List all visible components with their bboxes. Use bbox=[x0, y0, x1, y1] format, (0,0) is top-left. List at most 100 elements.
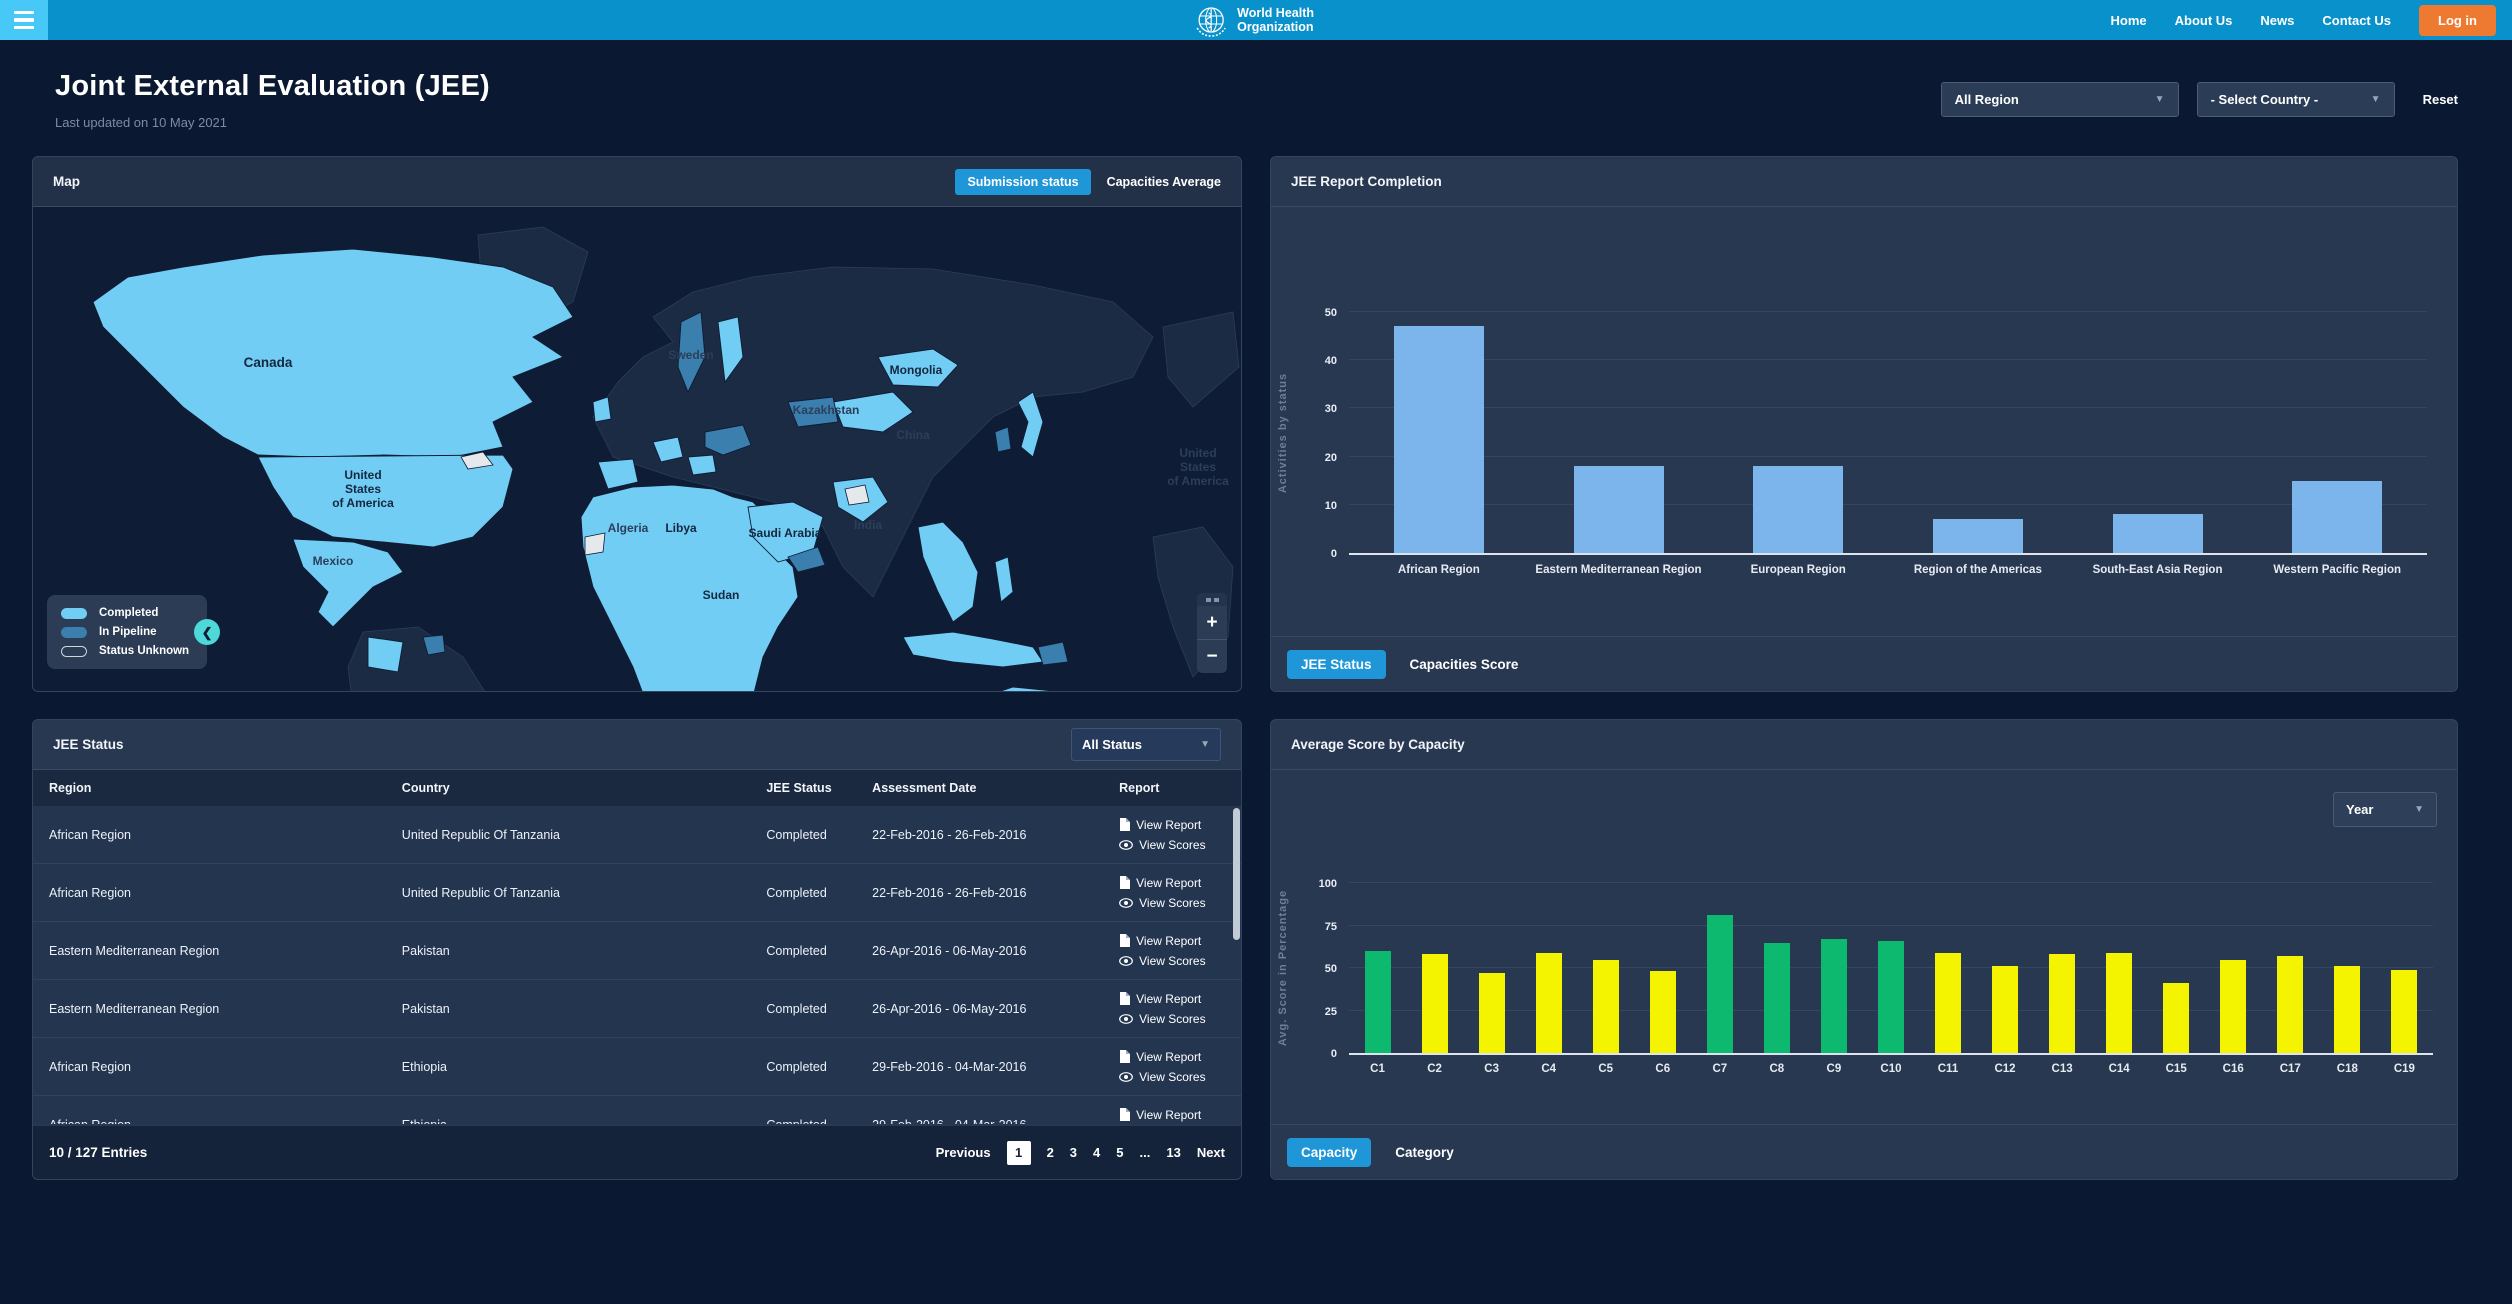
cell-country: Pakistan bbox=[402, 1002, 767, 1016]
view-report-link[interactable]: View Report bbox=[1119, 1050, 1225, 1064]
topbar: World Health Organization Home About Us … bbox=[0, 0, 2512, 40]
nav-item-contact-us[interactable]: Contact Us bbox=[2322, 13, 2391, 28]
bar-C7[interactable] bbox=[1707, 915, 1733, 1053]
year-filter-dropdown[interactable]: Year ▼ bbox=[2333, 792, 2437, 827]
pagination-previous[interactable]: Previous bbox=[936, 1145, 991, 1160]
bar-C10[interactable] bbox=[1878, 941, 1904, 1053]
pagination-page-5[interactable]: 5 bbox=[1116, 1145, 1123, 1160]
bar-European Region[interactable] bbox=[1753, 466, 1843, 553]
cell-report: View ReportView Scores bbox=[1119, 1108, 1225, 1125]
country-filter-dropdown[interactable]: - Select Country - ▼ bbox=[2197, 82, 2395, 117]
y-axis-tick: 0 bbox=[1297, 1048, 1337, 1060]
view-report-link[interactable]: View Report bbox=[1119, 876, 1225, 890]
x-axis-label: C3 bbox=[1463, 1063, 1520, 1075]
x-axis-label: C11 bbox=[1919, 1063, 1976, 1075]
pagination-page-3[interactable]: 3 bbox=[1070, 1145, 1077, 1160]
legend-in-pipeline-swatch bbox=[61, 627, 87, 638]
bar-C19[interactable] bbox=[2391, 970, 2417, 1053]
pagination-page-4[interactable]: 4 bbox=[1093, 1145, 1100, 1160]
view-scores-link[interactable]: View Scores bbox=[1119, 1012, 1225, 1026]
login-button[interactable]: Log in bbox=[2419, 5, 2496, 36]
bar-column bbox=[2205, 883, 2262, 1053]
map-zoom-out-button[interactable]: − bbox=[1197, 640, 1227, 673]
cell-report: View Report View Scores bbox=[1119, 992, 1225, 1026]
y-axis-tick: 30 bbox=[1297, 403, 1337, 415]
bar-C2[interactable] bbox=[1422, 954, 1448, 1053]
status-filter-value: All Status bbox=[1082, 737, 1142, 752]
pagination-page-13[interactable]: 13 bbox=[1166, 1145, 1180, 1160]
status-filter-dropdown[interactable]: All Status ▼ bbox=[1071, 728, 1221, 761]
map-zoom-in-button[interactable]: + bbox=[1197, 606, 1227, 639]
pagination-page-2[interactable]: 2 bbox=[1047, 1145, 1054, 1160]
bar-C16[interactable] bbox=[2220, 960, 2246, 1054]
bar-C13[interactable] bbox=[2049, 954, 2075, 1053]
bar-Region of the Americas[interactable] bbox=[1933, 519, 2023, 553]
tab-capacity[interactable]: Capacity bbox=[1287, 1138, 1371, 1167]
bar-African Region[interactable] bbox=[1394, 326, 1484, 553]
world-map[interactable]: Canada United States of America Mexico M… bbox=[33, 207, 1241, 691]
nav-item-news[interactable]: News bbox=[2260, 13, 2294, 28]
bar-C15[interactable] bbox=[2163, 983, 2189, 1053]
nav-item-about-us[interactable]: About Us bbox=[2175, 13, 2233, 28]
cell-assessment-date: 29-Feb-2016 - 04-Mar-2016 bbox=[872, 1060, 1119, 1074]
reset-button[interactable]: Reset bbox=[2423, 92, 2458, 107]
legend-in-pipeline-label: In Pipeline bbox=[99, 626, 157, 638]
pagination-page-1[interactable]: 1 bbox=[1007, 1141, 1031, 1165]
tab-category[interactable]: Category bbox=[1381, 1138, 1468, 1167]
bar-C12[interactable] bbox=[1992, 966, 2018, 1053]
x-axis-label: Region of the Americas bbox=[1888, 564, 2068, 576]
hamburger-menu-button[interactable] bbox=[0, 0, 48, 40]
bar-Western Pacific Region[interactable] bbox=[2292, 481, 2382, 553]
bar-column bbox=[1862, 883, 1919, 1053]
cell-jee-status: Completed bbox=[766, 1118, 872, 1125]
view-report-link[interactable]: View Report bbox=[1119, 992, 1225, 1006]
bar-column bbox=[1888, 312, 2068, 553]
x-axis-label: C9 bbox=[1805, 1063, 1862, 1075]
bar-C3[interactable] bbox=[1479, 973, 1505, 1053]
tab-capacities-score[interactable]: Capacities Score bbox=[1396, 650, 1533, 679]
map-label-usa-1: United bbox=[344, 468, 381, 482]
view-report-link[interactable]: View Report bbox=[1119, 1108, 1225, 1122]
brand-line-2: Organization bbox=[1237, 20, 1314, 34]
bar-C5[interactable] bbox=[1593, 960, 1619, 1054]
bar-column bbox=[1529, 312, 1709, 553]
nav-item-home[interactable]: Home bbox=[2111, 13, 2147, 28]
bar-C1[interactable] bbox=[1365, 951, 1391, 1053]
top-navigation: Home About Us News Contact Us Log in bbox=[2111, 5, 2512, 36]
view-scores-link[interactable]: View Scores bbox=[1119, 954, 1225, 968]
bar-C6[interactable] bbox=[1650, 971, 1676, 1053]
x-axis-label: C5 bbox=[1577, 1063, 1634, 1075]
bar-C14[interactable] bbox=[2106, 953, 2132, 1053]
bar-C11[interactable] bbox=[1935, 953, 1961, 1053]
view-report-link[interactable]: View Report bbox=[1119, 818, 1225, 832]
pagination-next[interactable]: Next bbox=[1197, 1145, 1225, 1160]
bar-C8[interactable] bbox=[1764, 943, 1790, 1054]
bar-C18[interactable] bbox=[2334, 966, 2360, 1053]
entries-count: 10 / 127 Entries bbox=[49, 1145, 147, 1160]
cell-country: Ethiopia bbox=[402, 1060, 767, 1074]
bar-South-East Asia Region[interactable] bbox=[2113, 514, 2203, 553]
cell-region: African Region bbox=[49, 1060, 402, 1074]
bar-C4[interactable] bbox=[1536, 953, 1562, 1053]
table-scrollbar[interactable] bbox=[1233, 808, 1240, 940]
completion-tabs: JEE Status Capacities Score bbox=[1271, 636, 2457, 691]
toggle-capacities-average[interactable]: Capacities Average bbox=[1107, 175, 1221, 189]
view-scores-link[interactable]: View Scores bbox=[1119, 896, 1225, 910]
view-scores-link[interactable]: View Scores bbox=[1119, 838, 1225, 852]
cell-report: View Report View Scores bbox=[1119, 876, 1225, 910]
tab-jee-status[interactable]: JEE Status bbox=[1287, 650, 1386, 679]
table-row: African RegionUnited Republic Of Tanzani… bbox=[33, 864, 1241, 922]
capacity-chart-xlabels: C1C2C3C4C5C6C7C8C9C10C11C12C13C14C15C16C… bbox=[1349, 1063, 2433, 1075]
region-filter-dropdown[interactable]: All Region ▼ bbox=[1941, 82, 2179, 117]
document-icon bbox=[1119, 992, 1130, 1005]
view-report-link[interactable]: View Report bbox=[1119, 934, 1225, 948]
bar-C9[interactable] bbox=[1821, 939, 1847, 1053]
toggle-submission-status[interactable]: Submission status bbox=[955, 169, 1090, 195]
bar-C17[interactable] bbox=[2277, 956, 2303, 1053]
legend-collapse-button[interactable]: ❮ bbox=[194, 619, 220, 645]
bar-column bbox=[2148, 883, 2205, 1053]
capacity-chart: Year ▼ Avg. Score in Percentage 02550751… bbox=[1271, 770, 2457, 1124]
view-scores-link[interactable]: View Scores bbox=[1119, 1070, 1225, 1084]
column-header-region: Region bbox=[49, 781, 402, 795]
bar-Eastern Mediterranean Region[interactable] bbox=[1574, 466, 1664, 553]
